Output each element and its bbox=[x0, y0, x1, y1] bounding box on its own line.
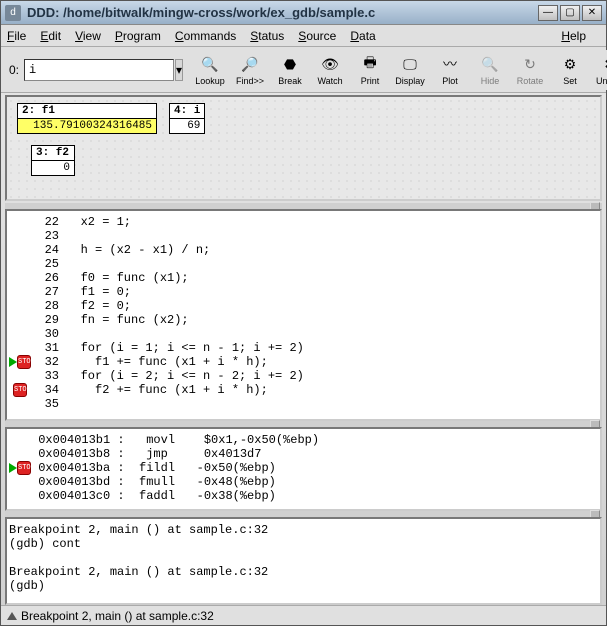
source-line[interactable]: 35 bbox=[9, 397, 598, 411]
source-line[interactable]: 26 f0 = func (x1); bbox=[9, 271, 598, 285]
arg-dropdown-button[interactable]: ▾ bbox=[175, 59, 183, 81]
console-line: (gdb) cont bbox=[9, 537, 598, 551]
toolbar: 0: ▾ 🔍Lookup🔎Find>>⬣Break👁Watch🖶Print🖵Di… bbox=[1, 47, 606, 93]
display-title: 4: i bbox=[170, 104, 204, 119]
display-title: 2: f1 bbox=[18, 104, 156, 119]
arg-label: 0: bbox=[9, 63, 19, 77]
source-line[interactable]: 27 f1 = 0; bbox=[9, 285, 598, 299]
lookup-button[interactable]: 🔍Lookup bbox=[190, 50, 230, 90]
breakpoint-icon[interactable]: STOP bbox=[17, 355, 31, 369]
break-icon: ⬣ bbox=[279, 53, 301, 75]
menu-program[interactable]: Program bbox=[115, 29, 161, 43]
minimize-button[interactable]: — bbox=[538, 5, 558, 21]
console-line: (gdb) bbox=[9, 579, 598, 593]
menu-source[interactable]: Source bbox=[298, 29, 336, 43]
source-line[interactable]: 22 x2 = 1; bbox=[9, 215, 598, 229]
menu-commands[interactable]: Commands bbox=[175, 29, 236, 43]
status-text: Breakpoint 2, main () at sample.c:32 bbox=[21, 609, 214, 623]
set-icon: ⚙ bbox=[559, 53, 581, 75]
statusbar: Breakpoint 2, main () at sample.c:32 bbox=[1, 605, 606, 625]
titlebar: d DDD: /home/bitwalk/mingw-cross/work/ex… bbox=[1, 1, 606, 25]
asm-line[interactable]: 0x004013b1 : movl $0x1,-0x50(%ebp) bbox=[9, 433, 598, 447]
undisp-icon: ✖ bbox=[599, 53, 607, 75]
source-line[interactable]: 24 h = (x2 - x1) / n; bbox=[9, 243, 598, 257]
current-line-arrow-icon bbox=[9, 463, 17, 473]
print-button[interactable]: 🖶Print bbox=[350, 50, 390, 90]
display-f2[interactable]: 3: f20 bbox=[31, 145, 75, 176]
breakpoint-icon[interactable]: STOP bbox=[13, 383, 27, 397]
status-icon bbox=[7, 612, 17, 620]
plot-button[interactable]: 〰Plot bbox=[430, 50, 470, 90]
window-title: DDD: /home/bitwalk/mingw-cross/work/ex_g… bbox=[27, 5, 536, 20]
hide-button: 🔍Hide bbox=[470, 50, 510, 90]
lookup-icon: 🔍 bbox=[199, 53, 221, 75]
display-f1[interactable]: 2: f1135.79100324316485 bbox=[17, 103, 157, 134]
console-line bbox=[9, 551, 598, 565]
menu-help[interactable]: Help bbox=[561, 29, 586, 43]
breakpoint-icon[interactable]: STOP bbox=[17, 461, 31, 475]
source-line[interactable]: 25 bbox=[9, 257, 598, 271]
asm-line[interactable]: 0x004013b8 : jmp 0x4013d7 bbox=[9, 447, 598, 461]
source-line[interactable]: STOP32 f1 += func (x1 + i * h); bbox=[9, 355, 598, 369]
display-title: 3: f2 bbox=[32, 146, 74, 161]
app-icon: d bbox=[5, 5, 21, 21]
current-line-arrow-icon bbox=[9, 357, 17, 367]
console-line: Breakpoint 2, main () at sample.c:32 bbox=[9, 523, 598, 537]
hide-icon: 🔍 bbox=[479, 53, 501, 75]
assembly-pane[interactable]: 0x004013b1 : movl $0x1,-0x50(%ebp) 0x004… bbox=[5, 427, 602, 511]
console-line: Breakpoint 2, main () at sample.c:32 bbox=[9, 565, 598, 579]
main-window: d DDD: /home/bitwalk/mingw-cross/work/ex… bbox=[0, 0, 607, 626]
data-display-pane[interactable]: 2: f1135.79100324316485 4: i69 3: f20 bbox=[5, 95, 602, 201]
asm-line[interactable]: STOP 0x004013ba : fildl -0x50(%ebp) bbox=[9, 461, 598, 475]
source-line[interactable]: 28 f2 = 0; bbox=[9, 299, 598, 313]
find-icon: 🔎 bbox=[239, 53, 261, 75]
source-line[interactable]: 31 for (i = 1; i <= n - 1; i += 2) bbox=[9, 341, 598, 355]
display-icon: 🖵 bbox=[399, 53, 421, 75]
undisp-button[interactable]: ✖Undisp bbox=[590, 50, 607, 90]
set-button[interactable]: ⚙Set bbox=[550, 50, 590, 90]
find-button[interactable]: 🔎Find>> bbox=[230, 50, 270, 90]
source-line[interactable]: 29 fn = func (x2); bbox=[9, 313, 598, 327]
console-pane[interactable]: Breakpoint 2, main () at sample.c:32(gdb… bbox=[5, 517, 602, 605]
arg-input[interactable] bbox=[24, 59, 174, 81]
asm-line[interactable]: 0x004013bd : fmull -0x48(%ebp) bbox=[9, 475, 598, 489]
source-pane[interactable]: 22 x2 = 1;23 24 h = (x2 - x1) / n;25 26 … bbox=[5, 209, 602, 421]
break-button[interactable]: ⬣Break bbox=[270, 50, 310, 90]
menu-file[interactable]: File bbox=[7, 29, 26, 43]
display-value: 135.79100324316485 bbox=[18, 119, 156, 133]
display-i[interactable]: 4: i69 bbox=[169, 103, 205, 134]
menu-edit[interactable]: Edit bbox=[40, 29, 61, 43]
display-value: 0 bbox=[32, 161, 74, 175]
display-button[interactable]: 🖵Display bbox=[390, 50, 430, 90]
source-line[interactable]: 30 bbox=[9, 327, 598, 341]
source-line[interactable]: STOP34 f2 += func (x1 + i * h); bbox=[9, 383, 598, 397]
watch-button[interactable]: 👁Watch bbox=[310, 50, 350, 90]
maximize-button[interactable]: ▢ bbox=[560, 5, 580, 21]
asm-line[interactable]: 0x004013c0 : faddl -0x38(%ebp) bbox=[9, 489, 598, 503]
source-line[interactable]: 23 bbox=[9, 229, 598, 243]
watch-icon: 👁 bbox=[319, 53, 341, 75]
menu-status[interactable]: Status bbox=[250, 29, 284, 43]
source-line[interactable]: 33 for (i = 2; i <= n - 2; i += 2) bbox=[9, 369, 598, 383]
rotate-button: ↻Rotate bbox=[510, 50, 550, 90]
close-button[interactable]: ✕ bbox=[582, 5, 602, 21]
display-value: 69 bbox=[170, 119, 204, 133]
print-icon: 🖶 bbox=[359, 53, 381, 75]
menu-data[interactable]: Data bbox=[350, 29, 375, 43]
menubar: File Edit View Program Commands Status Source D… bbox=[1, 25, 606, 47]
menu-view[interactable]: View bbox=[75, 29, 101, 43]
plot-icon: 〰 bbox=[439, 53, 461, 75]
rotate-icon: ↻ bbox=[519, 53, 541, 75]
